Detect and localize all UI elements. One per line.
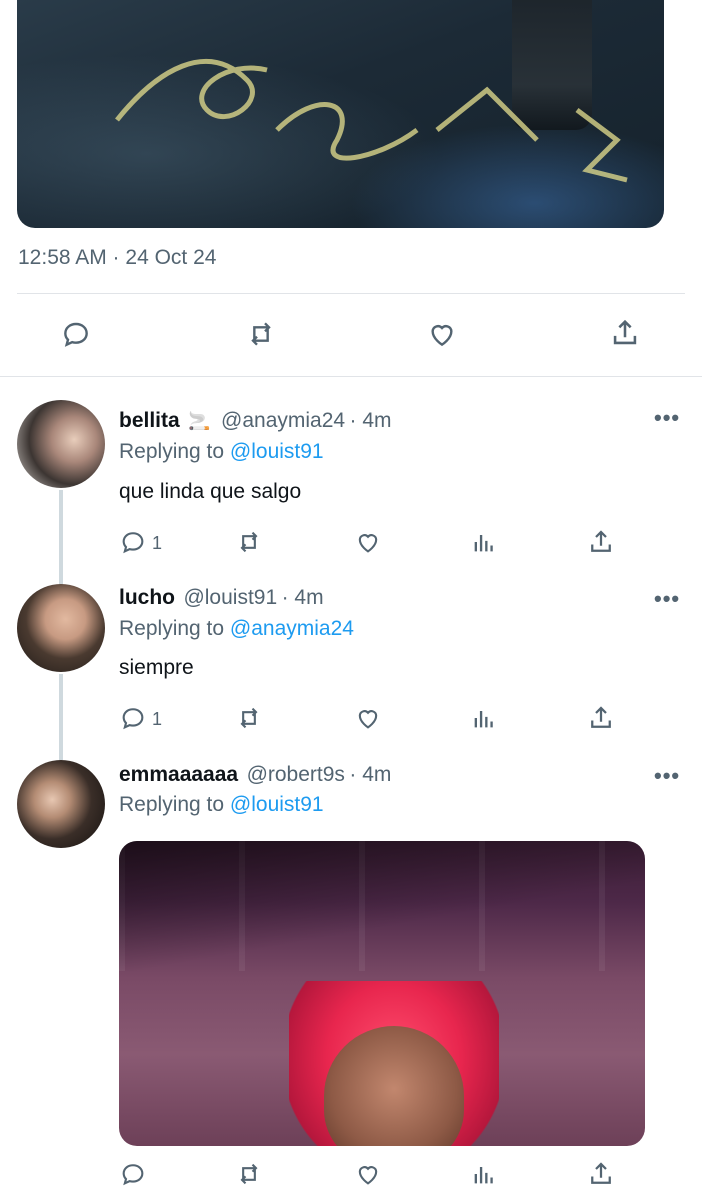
username[interactable]: @robert9s [247, 763, 345, 786]
share-icon[interactable] [586, 527, 616, 557]
thread-line [59, 674, 63, 760]
replying-prefix: Replying to [119, 617, 225, 640]
share-icon[interactable] [586, 1159, 616, 1189]
reply-header: lucho @louist91 · 4m [119, 586, 324, 610]
replying-to: Replying to @louist91 [119, 440, 324, 464]
like-icon[interactable] [425, 318, 459, 350]
reply-count: 1 [152, 709, 163, 729]
mention-link[interactable]: @louist91 [230, 440, 324, 463]
divider [17, 293, 685, 294]
post-time: · 4m [349, 409, 392, 432]
reply-icon[interactable] [119, 528, 147, 556]
avatar[interactable] [17, 584, 105, 672]
main-tweet-media[interactable] [17, 0, 664, 228]
reply-header: emmaaaaaa @robert9s · 4m [119, 763, 391, 787]
username[interactable]: @louist91 [183, 586, 277, 609]
reply-icon[interactable] [60, 318, 92, 350]
replying-prefix: Replying to [119, 793, 225, 816]
media-graffiti [115, 59, 628, 183]
reply-count: 1 [152, 533, 163, 553]
share-icon[interactable] [586, 703, 616, 733]
replying-prefix: Replying to [119, 440, 225, 463]
mention-link[interactable]: @anaymia24 [230, 617, 354, 640]
like-icon[interactable] [353, 1160, 383, 1188]
share-icon[interactable] [608, 316, 642, 350]
post-time: · 4m [349, 763, 392, 786]
avatar[interactable] [17, 760, 105, 848]
post-time: · 4m [281, 586, 324, 609]
retweet-icon[interactable] [234, 1160, 264, 1188]
reply-text: que linda que salgo [119, 480, 302, 503]
username[interactable]: @anaymia24 [221, 409, 345, 432]
name-emoji: 🚬 [188, 411, 211, 431]
avatar[interactable] [17, 400, 105, 488]
display-name[interactable]: lucho [119, 586, 175, 609]
thread-line [59, 490, 63, 586]
more-options-icon[interactable]: ••• [654, 586, 680, 612]
replying-to: Replying to @anaymia24 [119, 617, 354, 641]
replying-to: Replying to @louist91 [119, 793, 324, 817]
reply-text: siempre [119, 656, 194, 679]
display-name[interactable]: emmaaaaaa [119, 763, 238, 786]
views-icon[interactable] [470, 528, 498, 556]
reply-header: bellita 🚬 @anaymia24 · 4m [119, 409, 392, 433]
reply-icon[interactable] [119, 704, 147, 732]
reply-media[interactable] [119, 841, 645, 1146]
more-options-icon[interactable]: ••• [654, 763, 680, 789]
display-name[interactable]: bellita [119, 409, 180, 432]
section-divider [0, 376, 702, 377]
media-ceiling [119, 841, 645, 971]
more-options-icon[interactable]: ••• [654, 405, 680, 431]
views-icon[interactable] [470, 1160, 498, 1188]
like-icon[interactable] [353, 704, 383, 732]
retweet-icon[interactable] [244, 318, 278, 350]
retweet-icon[interactable] [234, 528, 264, 556]
views-icon[interactable] [470, 704, 498, 732]
mention-link[interactable]: @louist91 [230, 793, 324, 816]
like-icon[interactable] [353, 528, 383, 556]
tweet-timestamp: 12:58 AM · 24 Oct 24 [18, 246, 217, 269]
retweet-icon[interactable] [234, 704, 264, 732]
reply-icon[interactable] [119, 1160, 147, 1188]
